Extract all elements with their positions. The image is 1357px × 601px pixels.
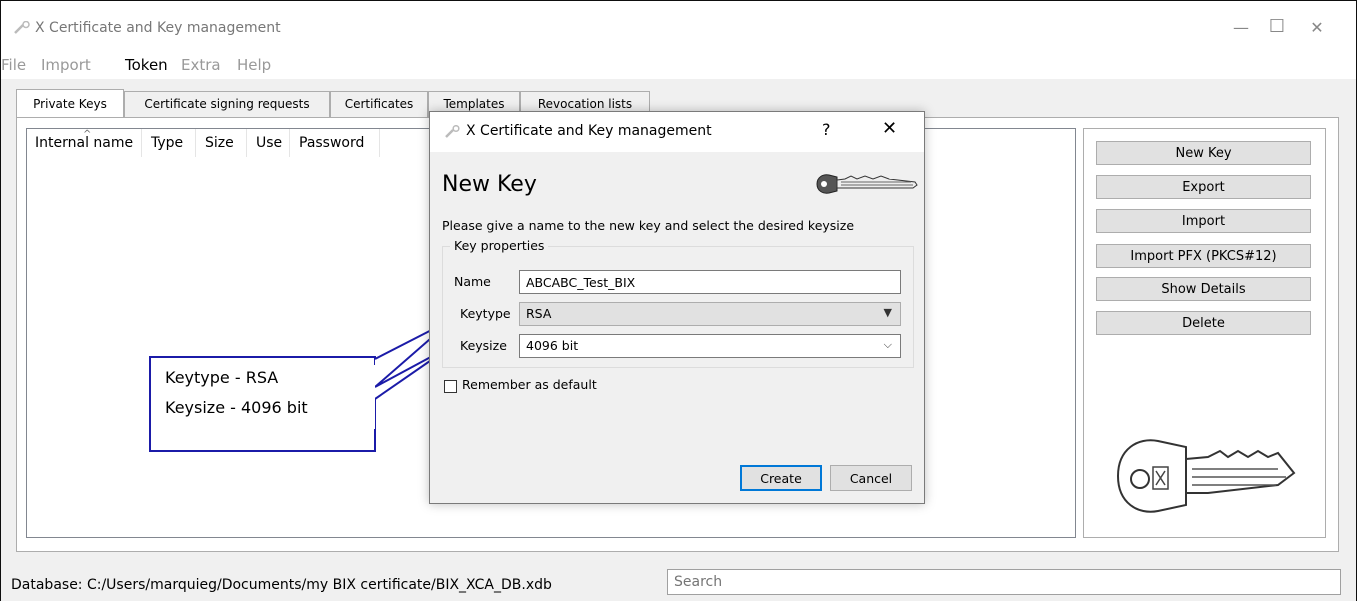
remember-default-checkbox[interactable] — [444, 380, 457, 393]
dialog-title: X Certificate and Key management — [466, 123, 712, 139]
column-divider — [289, 129, 290, 157]
cancel-button[interactable]: Cancel — [830, 465, 912, 491]
column-divider — [246, 129, 247, 157]
close-button[interactable]: ✕ — [1307, 18, 1327, 37]
menu-help[interactable]: Help — [237, 56, 271, 74]
column-divider — [141, 129, 142, 157]
new-key-button[interactable]: New Key — [1096, 141, 1311, 165]
callout-keysize: Keysize - 4096 bit — [165, 398, 308, 417]
create-button[interactable]: Create — [740, 465, 822, 491]
tab-certificates[interactable]: Certificates — [330, 91, 428, 118]
remember-default-label[interactable]: Remember as default — [462, 377, 597, 392]
database-path: Database: C:/Users/marquieg/Documents/my… — [11, 577, 552, 593]
keytype-value: RSA — [526, 306, 552, 321]
column-type[interactable]: Type — [151, 135, 183, 157]
annotation-callout: Keytype - RSA Keysize - 4096 bit — [149, 356, 376, 452]
minimize-button[interactable]: — — [1231, 18, 1251, 37]
keysize-label: Keysize — [460, 338, 507, 353]
keytype-select[interactable]: RSA ▼ — [519, 302, 901, 326]
menu-bar: File Import Token Extra Help — [1, 53, 1356, 79]
main-window: X Certificate and Key management — ☐ ✕ F… — [0, 0, 1357, 601]
key-icon — [816, 174, 918, 194]
menu-extra[interactable]: Extra — [181, 56, 221, 74]
window-title: X Certificate and Key management — [35, 20, 281, 36]
keytype-label: Keytype — [460, 306, 511, 321]
keysize-select[interactable]: 4096 bit ⌵ — [519, 334, 901, 358]
tab-private-keys[interactable]: Private Keys — [16, 89, 124, 118]
menu-token[interactable]: Token — [125, 56, 168, 74]
maximize-button[interactable]: ☐ — [1267, 16, 1287, 37]
column-divider — [379, 129, 380, 157]
menu-import[interactable]: Import — [41, 56, 91, 74]
name-field[interactable] — [519, 270, 901, 294]
key-properties-label: Key properties — [450, 238, 549, 253]
dialog-title-bar: X Certificate and Key management ? ✕ — [430, 112, 924, 152]
import-pfx-button[interactable]: Import PFX (PKCS#12) — [1096, 244, 1311, 268]
import-button[interactable]: Import — [1096, 209, 1311, 233]
dialog-heading: New Key — [442, 172, 537, 197]
dialog-description: Please give a name to the new key and se… — [442, 218, 855, 233]
key-icon — [445, 125, 460, 138]
bix-key-icon — [1116, 439, 1296, 513]
dropdown-arrow-icon: ▼ — [883, 306, 892, 319]
tab-csr[interactable]: Certificate signing requests — [124, 91, 330, 118]
name-label: Name — [454, 274, 491, 289]
column-password[interactable]: Password — [299, 135, 364, 157]
sort-arrow-icon: ^ — [83, 129, 92, 140]
column-internal-name[interactable]: ^ Internal name — [35, 129, 133, 157]
help-button[interactable]: ? — [822, 120, 831, 139]
new-key-dialog: X Certificate and Key management ? ✕ New… — [429, 111, 925, 504]
column-use[interactable]: Use — [256, 135, 282, 157]
column-divider — [195, 129, 196, 157]
export-button[interactable]: Export — [1096, 175, 1311, 199]
column-size[interactable]: Size — [205, 135, 234, 157]
menu-file[interactable]: File — [1, 56, 26, 74]
title-bar: X Certificate and Key management — ☐ ✕ — [1, 1, 1356, 53]
key-icon — [14, 21, 30, 34]
show-details-button[interactable]: Show Details — [1096, 277, 1311, 301]
dialog-close-button[interactable]: ✕ — [882, 118, 897, 139]
callout-keytype: Keytype - RSA — [165, 368, 279, 387]
delete-button[interactable]: Delete — [1096, 311, 1311, 335]
search-input[interactable] — [667, 569, 1341, 595]
keysize-value: 4096 bit — [526, 338, 579, 353]
chevron-down-icon: ⌵ — [883, 338, 892, 351]
